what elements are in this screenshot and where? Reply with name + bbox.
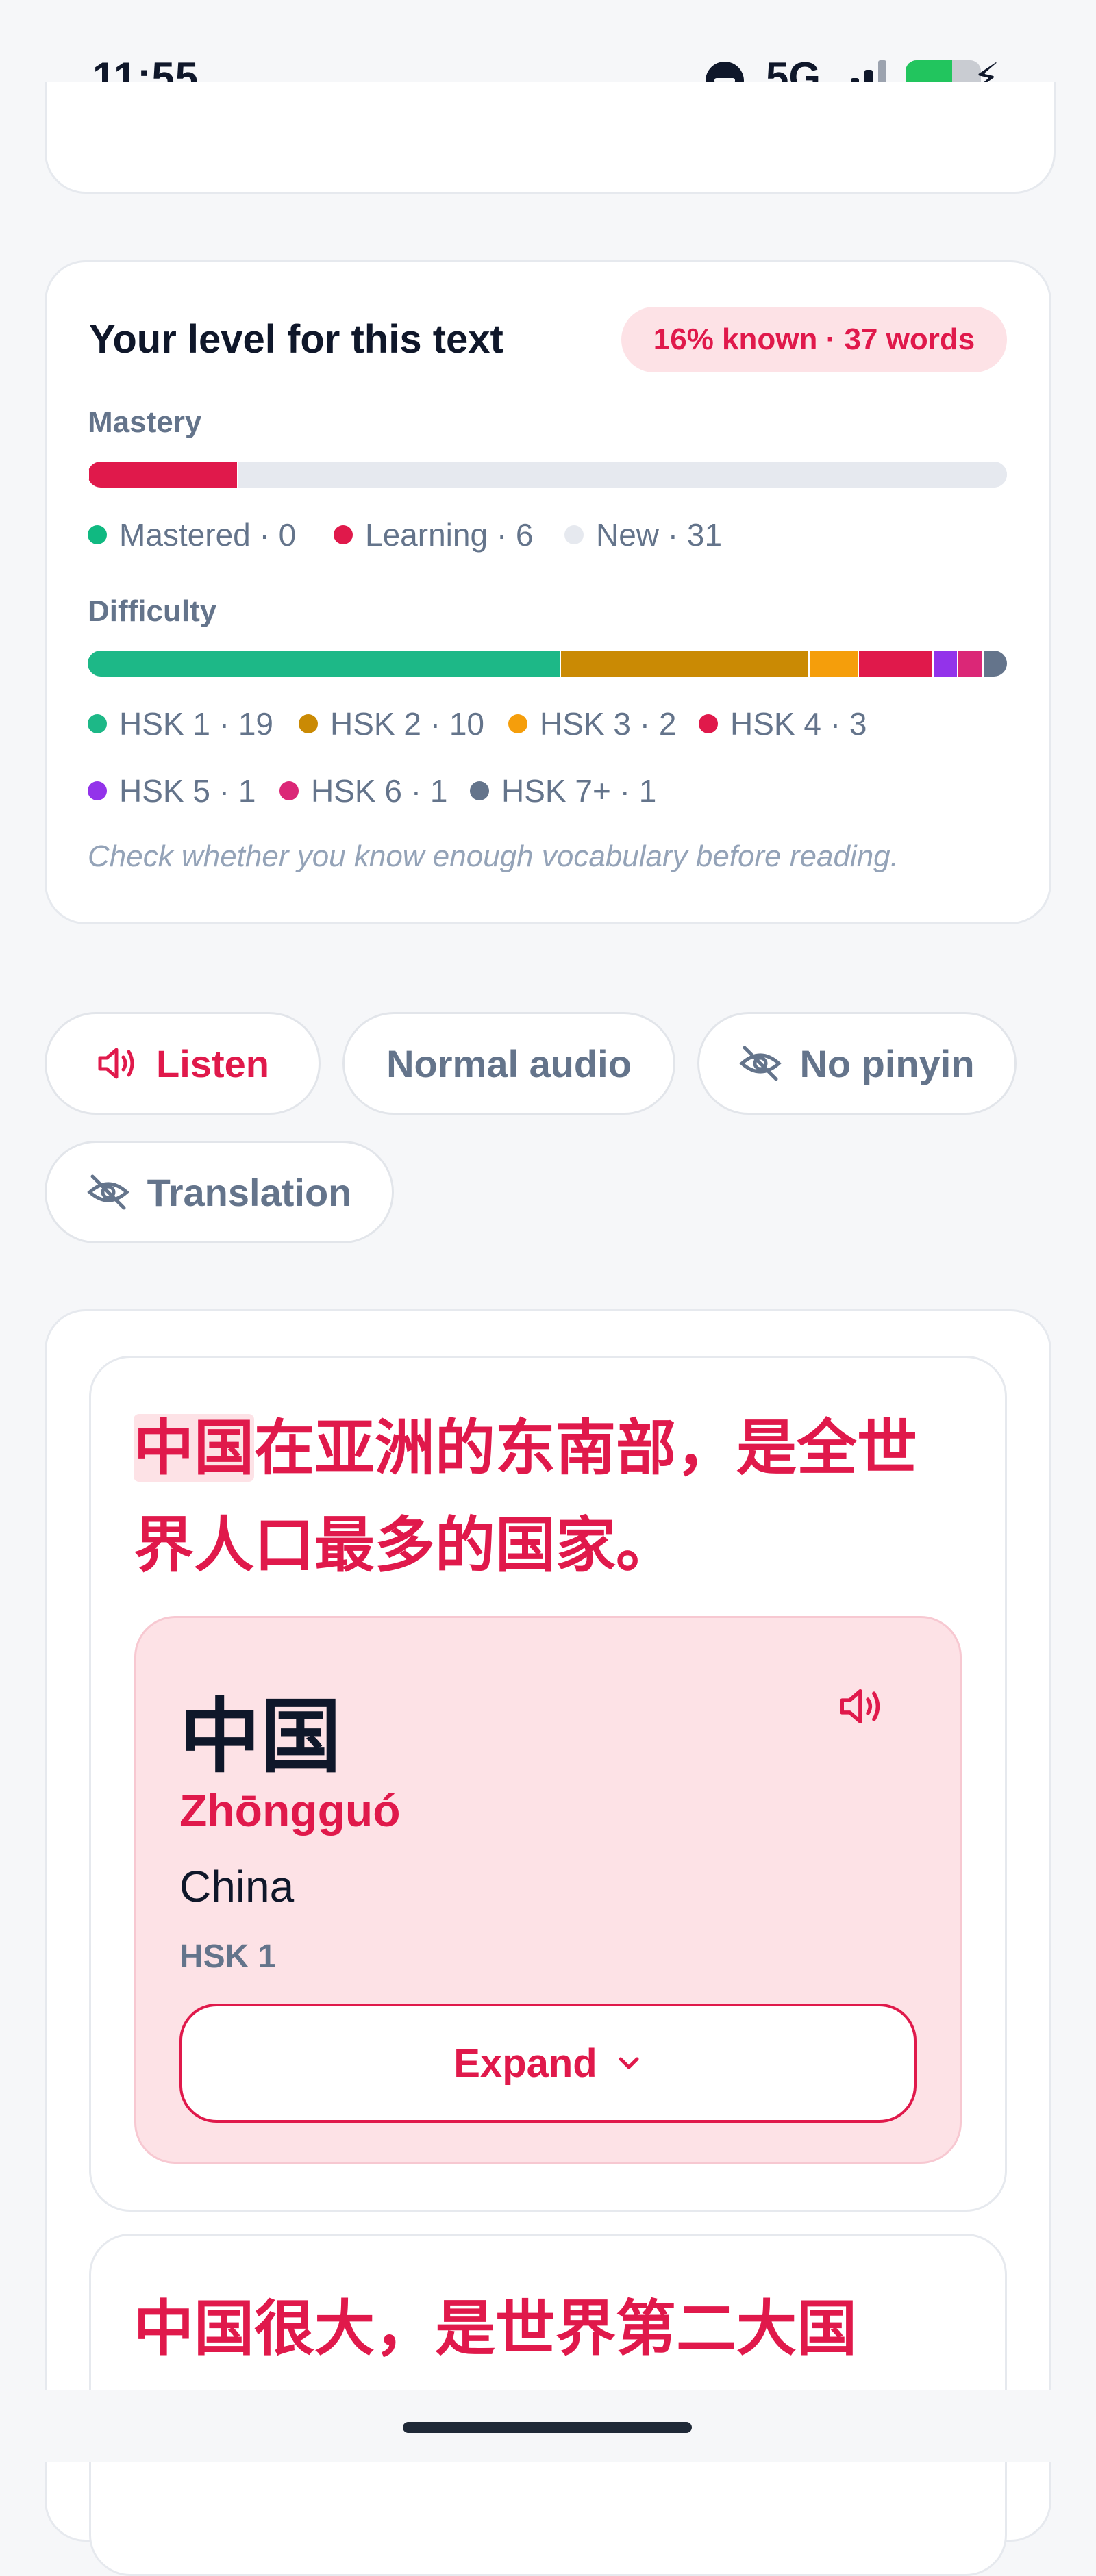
mastery-label: Mastery bbox=[88, 405, 202, 439]
eye-off-icon bbox=[86, 1174, 129, 1211]
hsk6-dot-icon bbox=[279, 781, 299, 800]
speaker-icon bbox=[96, 1045, 138, 1082]
difficulty-label: Difficulty bbox=[88, 594, 217, 628]
bar-segment-hsk-5 bbox=[932, 651, 959, 677]
mastered-dot-icon bbox=[88, 525, 107, 544]
hsk3-dot-icon bbox=[508, 714, 527, 733]
word-hsk-level: HSK 1 bbox=[179, 1939, 277, 1975]
legend-new: New · 31 bbox=[564, 516, 722, 553]
selected-word[interactable]: 中国 bbox=[134, 1414, 255, 1482]
legend-hsk5: HSK 5 · 1 bbox=[88, 772, 256, 809]
word-audio-button[interactable] bbox=[837, 1686, 885, 1730]
sentence-text[interactable]: 中国很大，是世界第二大国 bbox=[134, 2280, 969, 2377]
bar-segment-hsk-3 bbox=[808, 651, 860, 677]
speaker-icon bbox=[837, 1689, 885, 1730]
legend-hsk7: HSK 7+ · 1 bbox=[470, 772, 656, 809]
mastery-bar bbox=[88, 462, 1007, 488]
bar-segment-hsk-7- bbox=[982, 651, 1007, 677]
bar-segment-learning bbox=[88, 462, 238, 488]
word-pinyin: Zhōngguó bbox=[179, 1785, 401, 1836]
known-badge: 16% known · 37 words bbox=[621, 307, 1007, 372]
legend-mastered: Mastered · 0 bbox=[88, 516, 296, 553]
new-dot-icon bbox=[564, 525, 584, 544]
bar-segment-hsk-2 bbox=[560, 651, 810, 677]
hsk5-dot-icon bbox=[88, 781, 107, 800]
audio-speed-button[interactable]: Normal audio bbox=[342, 1012, 675, 1115]
hsk7-dot-icon bbox=[470, 781, 489, 800]
bar-segment-hsk-6 bbox=[957, 651, 984, 677]
legend-hsk6: HSK 6 · 1 bbox=[279, 772, 447, 809]
bar-segment-hsk-4 bbox=[858, 651, 934, 677]
listen-button[interactable]: Listen bbox=[45, 1012, 321, 1115]
home-indicator[interactable] bbox=[403, 2422, 692, 2433]
previous-card bbox=[45, 82, 1056, 194]
difficulty-bar bbox=[88, 651, 1007, 677]
chevron-down-icon bbox=[615, 2053, 643, 2073]
hsk4-dot-icon bbox=[699, 714, 718, 733]
legend-hsk4: HSK 4 · 3 bbox=[699, 705, 867, 742]
word-hanzi: 中国 bbox=[179, 1692, 342, 1782]
legend-hsk3: HSK 3 · 2 bbox=[508, 705, 676, 742]
legend-hsk2: HSK 2 · 10 bbox=[299, 705, 484, 742]
bar-segment-new bbox=[236, 462, 1007, 488]
sentence-text[interactable]: 中国在亚洲的东南部，是全世界人口最多的国家。 bbox=[134, 1400, 969, 1594]
level-note: Check whether you know enough vocabulary… bbox=[88, 839, 899, 873]
legend-learning: Learning · 6 bbox=[334, 516, 534, 553]
hsk1-dot-icon bbox=[88, 714, 107, 733]
pinyin-toggle[interactable]: No pinyin bbox=[697, 1012, 1017, 1115]
eye-off-icon bbox=[739, 1045, 782, 1082]
word-meaning: China bbox=[179, 1862, 295, 1911]
level-card-title: Your level for this text bbox=[89, 317, 503, 362]
legend-hsk1: HSK 1 · 19 bbox=[88, 705, 273, 742]
bar-segment-hsk-1 bbox=[88, 651, 560, 677]
expand-button[interactable]: Expand bbox=[179, 2004, 917, 2123]
translation-toggle[interactable]: Translation bbox=[45, 1141, 394, 1243]
hsk2-dot-icon bbox=[299, 714, 318, 733]
learning-dot-icon bbox=[334, 525, 353, 544]
